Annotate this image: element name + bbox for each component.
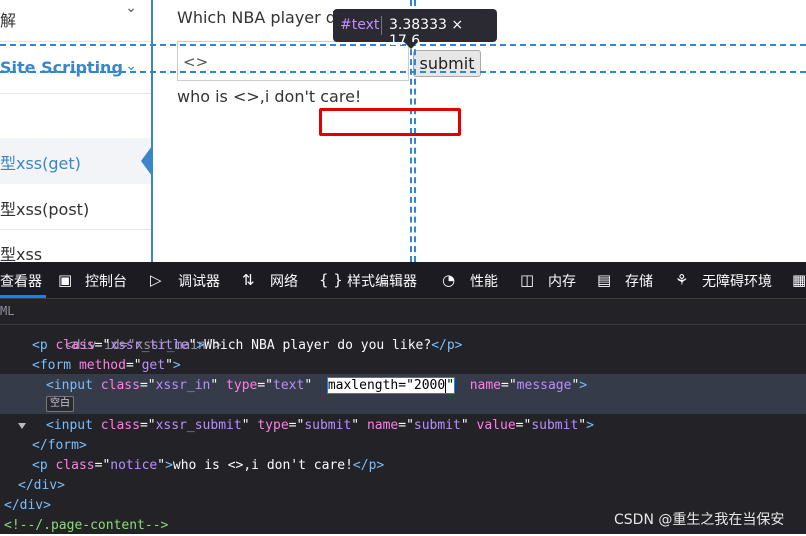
performance-icon: ◔ bbox=[442, 271, 456, 289]
sidebar-item-xss-stored[interactable]: 型xss bbox=[0, 231, 151, 262]
active-indicator-icon bbox=[141, 146, 152, 176]
sidebar-item-top[interactable]: 解 ⌄ bbox=[0, 0, 151, 42]
code-line-div-close-outer[interactable]: </div> bbox=[4, 496, 51, 516]
tab-label: 调试器 bbox=[178, 274, 220, 290]
style-editor-icon: { } bbox=[319, 271, 343, 289]
breadcrumb-text: ML bbox=[0, 304, 15, 318]
markup-view[interactable]: <div id="xssr_main"> <p class="xssr_titl… bbox=[0, 324, 806, 534]
xssr-title: Which NBA player do bbox=[177, 8, 346, 27]
console-icon: ▣ bbox=[58, 271, 73, 289]
tab-label: 内存 bbox=[548, 274, 576, 290]
debugger-icon: ▷ bbox=[150, 271, 162, 289]
devtools-toolbar: 查看器 ▣ 控制台 ▷ 调试器 ⇅ 网络 { } 样式编辑器 ◔ 性能 ◫ 内存… bbox=[0, 262, 806, 299]
accessibility-icon: ⚘ bbox=[675, 271, 689, 289]
text-caret bbox=[445, 378, 447, 393]
sidebar-item-label: 型xss bbox=[0, 245, 43, 262]
sidebar-item-xss-post[interactable]: 型xss(post) bbox=[0, 186, 151, 230]
code-line-comment[interactable]: <!--/.page-content--> bbox=[4, 516, 168, 536]
red-annotation-box bbox=[319, 108, 461, 136]
expand-twisty-icon[interactable] bbox=[18, 423, 26, 429]
sidebar-item-label: 解 bbox=[0, 11, 17, 30]
tab-label: 网络 bbox=[270, 274, 298, 290]
tab-label: 性能 bbox=[470, 274, 498, 290]
devtools-panel: 查看器 ▣ 控制台 ▷ 调试器 ⇅ 网络 { } 样式编辑器 ◔ 性能 ◫ 内存… bbox=[0, 262, 806, 534]
code-line-input-submit[interactable]: <input class="xssr_submit" type="submit"… bbox=[46, 416, 594, 436]
code-line-form-close[interactable]: </form> bbox=[32, 436, 87, 456]
code-line-div-close[interactable]: </div> bbox=[18, 476, 65, 496]
code-line-p-title[interactable]: <p class="xssr_title">Which NBA player d… bbox=[32, 336, 463, 356]
sidebar-item-label: 型xss(get) bbox=[0, 154, 81, 173]
message-input-value: <> bbox=[183, 53, 209, 71]
notice-text: who is <>,i don't care! bbox=[177, 87, 362, 106]
sidebar: 解 ⌄ Site Scripting ⌄ 型xss(get) 型xss(post… bbox=[0, 0, 153, 262]
more-icon: ▦ bbox=[792, 271, 806, 289]
code-line-div[interactable]: <div id="xssr_main"> bbox=[18, 316, 222, 353]
tab-label: 查看器 bbox=[0, 274, 42, 290]
memory-icon: ◫ bbox=[520, 271, 535, 289]
tooltip-node-tag: #text bbox=[340, 17, 380, 33]
sidebar-item-label: 型xss(post) bbox=[0, 200, 90, 219]
tooltip-arrow-icon bbox=[404, 42, 418, 49]
whitespace-badge[interactable]: 空白 bbox=[46, 396, 74, 412]
code-line-p-notice[interactable]: <p class="notice">who is <>,i don't care… bbox=[32, 456, 384, 476]
message-input[interactable] bbox=[177, 41, 409, 81]
tooltip-separator bbox=[381, 16, 382, 35]
code-line-form[interactable]: <form method="get"> bbox=[32, 356, 181, 376]
chevron-down-icon: ⌄ bbox=[125, 0, 137, 16]
tab-label: 存储 bbox=[625, 274, 653, 290]
sidebar-item-xss-get[interactable]: 型xss(get) bbox=[0, 138, 151, 184]
code-line-input-text[interactable]: <input class="xssr_in" type="text" maxle… bbox=[46, 376, 587, 396]
maxlength-attr-editor[interactable]: maxlength="2000" bbox=[326, 377, 456, 394]
network-icon: ⇅ bbox=[242, 271, 255, 289]
highlight-guide-bottom bbox=[0, 71, 806, 73]
tab-label: 无障碍环境 bbox=[702, 274, 772, 290]
tab-label: 控制台 bbox=[85, 274, 127, 290]
highlighter-tooltip: #text 3.38333 × 17.6 bbox=[333, 9, 497, 49]
storage-icon: ▤ bbox=[597, 271, 612, 289]
sidebar-item-label: Site Scripting bbox=[0, 58, 123, 77]
sidebar-item-xss[interactable]: Site Scripting ⌄ bbox=[0, 44, 151, 94]
active-tab-indicator bbox=[0, 295, 46, 298]
csdn-watermark: CSDN @重生之我在当保安 bbox=[614, 512, 785, 528]
tab-label: 样式编辑器 bbox=[347, 274, 417, 290]
